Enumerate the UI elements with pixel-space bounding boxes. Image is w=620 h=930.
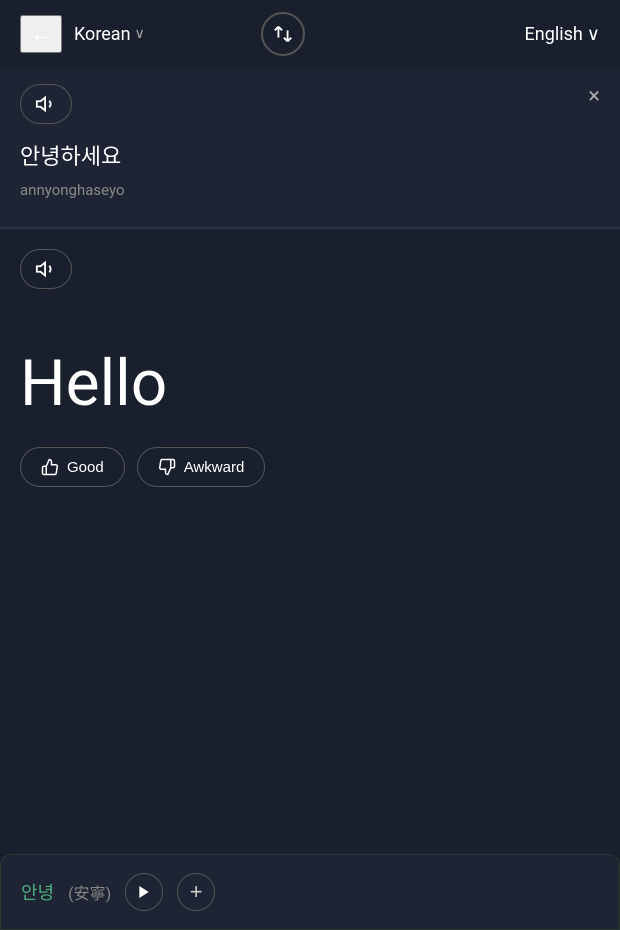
translated-text: Hello [20, 349, 600, 419]
back-button[interactable]: ← [20, 15, 62, 53]
source-language-chevron-icon: ∨ [135, 26, 145, 42]
romanization-text: annyonghaseyo [20, 181, 600, 199]
header: ← Korean ∨ English ∨ [0, 0, 620, 68]
add-icon: + [190, 879, 203, 905]
swap-languages-button[interactable] [261, 12, 305, 56]
translation-speaker-icon [35, 258, 57, 280]
bottom-bar: 안녕 (安寧) + [0, 854, 620, 930]
bottom-add-button[interactable]: + [177, 873, 215, 911]
bottom-word: 안녕 [21, 879, 54, 905]
good-button[interactable]: Good [20, 447, 125, 487]
target-language-selector[interactable]: English ∨ [525, 24, 600, 45]
translation-panel: Hello Good Awkward [0, 229, 620, 511]
source-speaker-button[interactable] [20, 84, 72, 124]
swap-icon [272, 23, 294, 45]
source-language-label: Korean [74, 24, 131, 45]
feedback-row: Good Awkward [20, 447, 600, 487]
bottom-play-icon [136, 884, 152, 900]
close-button[interactable]: × [588, 84, 600, 109]
source-language-selector[interactable]: Korean ∨ [74, 24, 145, 45]
awkward-button[interactable]: Awkward [137, 447, 266, 487]
good-label: Good [67, 459, 104, 476]
source-text: 안녕하세요 [20, 144, 600, 173]
target-language-label: English [525, 24, 583, 45]
translation-speaker-button[interactable] [20, 249, 72, 289]
bottom-play-button[interactable] [125, 873, 163, 911]
bottom-word-annotation: (安寧) [68, 880, 111, 904]
target-language-chevron-icon: ∨ [587, 24, 600, 45]
source-panel: × 안녕하세요 annyonghaseyo [0, 68, 620, 228]
thumbs-up-icon [41, 458, 59, 476]
thumbs-down-icon [158, 458, 176, 476]
awkward-label: Awkward [184, 459, 245, 476]
source-speaker-icon [35, 93, 57, 115]
